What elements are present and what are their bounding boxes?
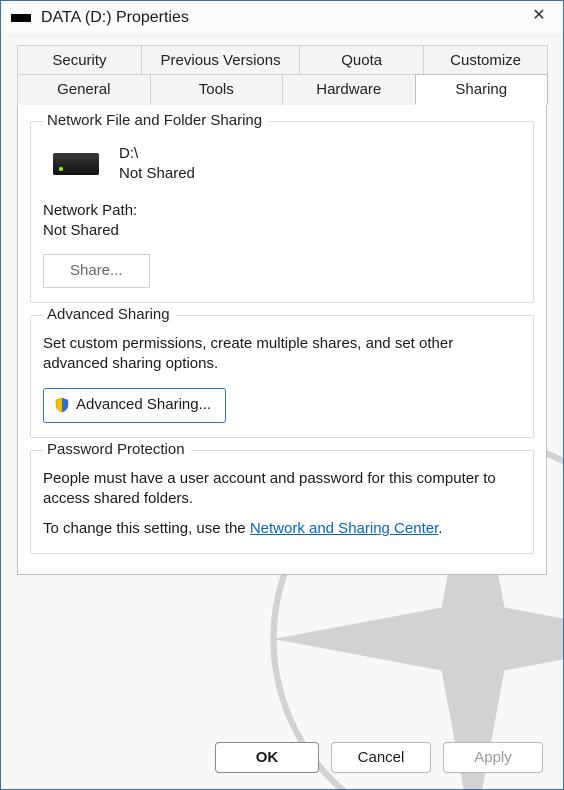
drive-title-icon xyxy=(11,14,31,22)
tab-sharing[interactable]: Sharing xyxy=(415,74,549,105)
cancel-button[interactable]: Cancel xyxy=(331,742,431,773)
tab-hardware[interactable]: Hardware xyxy=(282,74,416,105)
advanced-description: Set custom permissions, create multiple … xyxy=(43,334,521,375)
tab-panel-sharing: Network File and Folder Sharing D:\ Not … xyxy=(17,104,547,575)
advanced-sharing-button[interactable]: Advanced Sharing... xyxy=(43,388,226,422)
tab-security[interactable]: Security xyxy=(17,45,142,75)
apply-button: Apply xyxy=(443,742,543,773)
dialog-footer: OK Cancel Apply xyxy=(1,728,563,789)
tab-general[interactable]: General xyxy=(17,74,151,105)
drive-path: D:\ xyxy=(119,144,195,164)
network-sharing-center-link[interactable]: Network and Sharing Center xyxy=(250,520,438,537)
drive-icon xyxy=(53,153,99,175)
advanced-sharing-label: Advanced Sharing... xyxy=(76,395,211,415)
properties-dialog: DATA (D:) Properties ✕ Security Previous… xyxy=(0,0,564,790)
tab-customize[interactable]: Customize xyxy=(423,45,548,75)
group-title-password: Password Protection xyxy=(43,441,191,458)
password-description: People must have a user account and pass… xyxy=(43,469,521,510)
group-title-network: Network File and Folder Sharing xyxy=(43,112,268,129)
close-button[interactable]: ✕ xyxy=(525,7,553,29)
shield-icon xyxy=(54,397,70,413)
group-title-advanced: Advanced Sharing xyxy=(43,306,176,323)
tab-previous-versions[interactable]: Previous Versions xyxy=(141,45,300,75)
content-area: Security Previous Versions Quota Customi… xyxy=(1,33,563,728)
tab-quota[interactable]: Quota xyxy=(299,45,424,75)
password-change-line: To change this setting, use the Network … xyxy=(43,519,521,539)
titlebar: DATA (D:) Properties ✕ xyxy=(1,1,563,33)
group-password-protection: Password Protection People must have a u… xyxy=(30,450,534,555)
tab-tools[interactable]: Tools xyxy=(150,74,284,105)
network-path-label: Network Path: xyxy=(43,201,521,221)
password-change-suffix: . xyxy=(438,520,442,537)
password-change-prefix: To change this setting, use the xyxy=(43,520,250,537)
group-advanced-sharing: Advanced Sharing Set custom permissions,… xyxy=(30,315,534,438)
window-title: DATA (D:) Properties xyxy=(41,9,525,27)
share-button[interactable]: Share... xyxy=(43,254,150,288)
tab-strip: Security Previous Versions Quota Customi… xyxy=(17,45,547,575)
network-path-value: Not Shared xyxy=(43,221,521,241)
share-status: Not Shared xyxy=(119,164,195,184)
ok-button[interactable]: OK xyxy=(215,742,319,773)
group-network-sharing: Network File and Folder Sharing D:\ Not … xyxy=(30,121,534,303)
